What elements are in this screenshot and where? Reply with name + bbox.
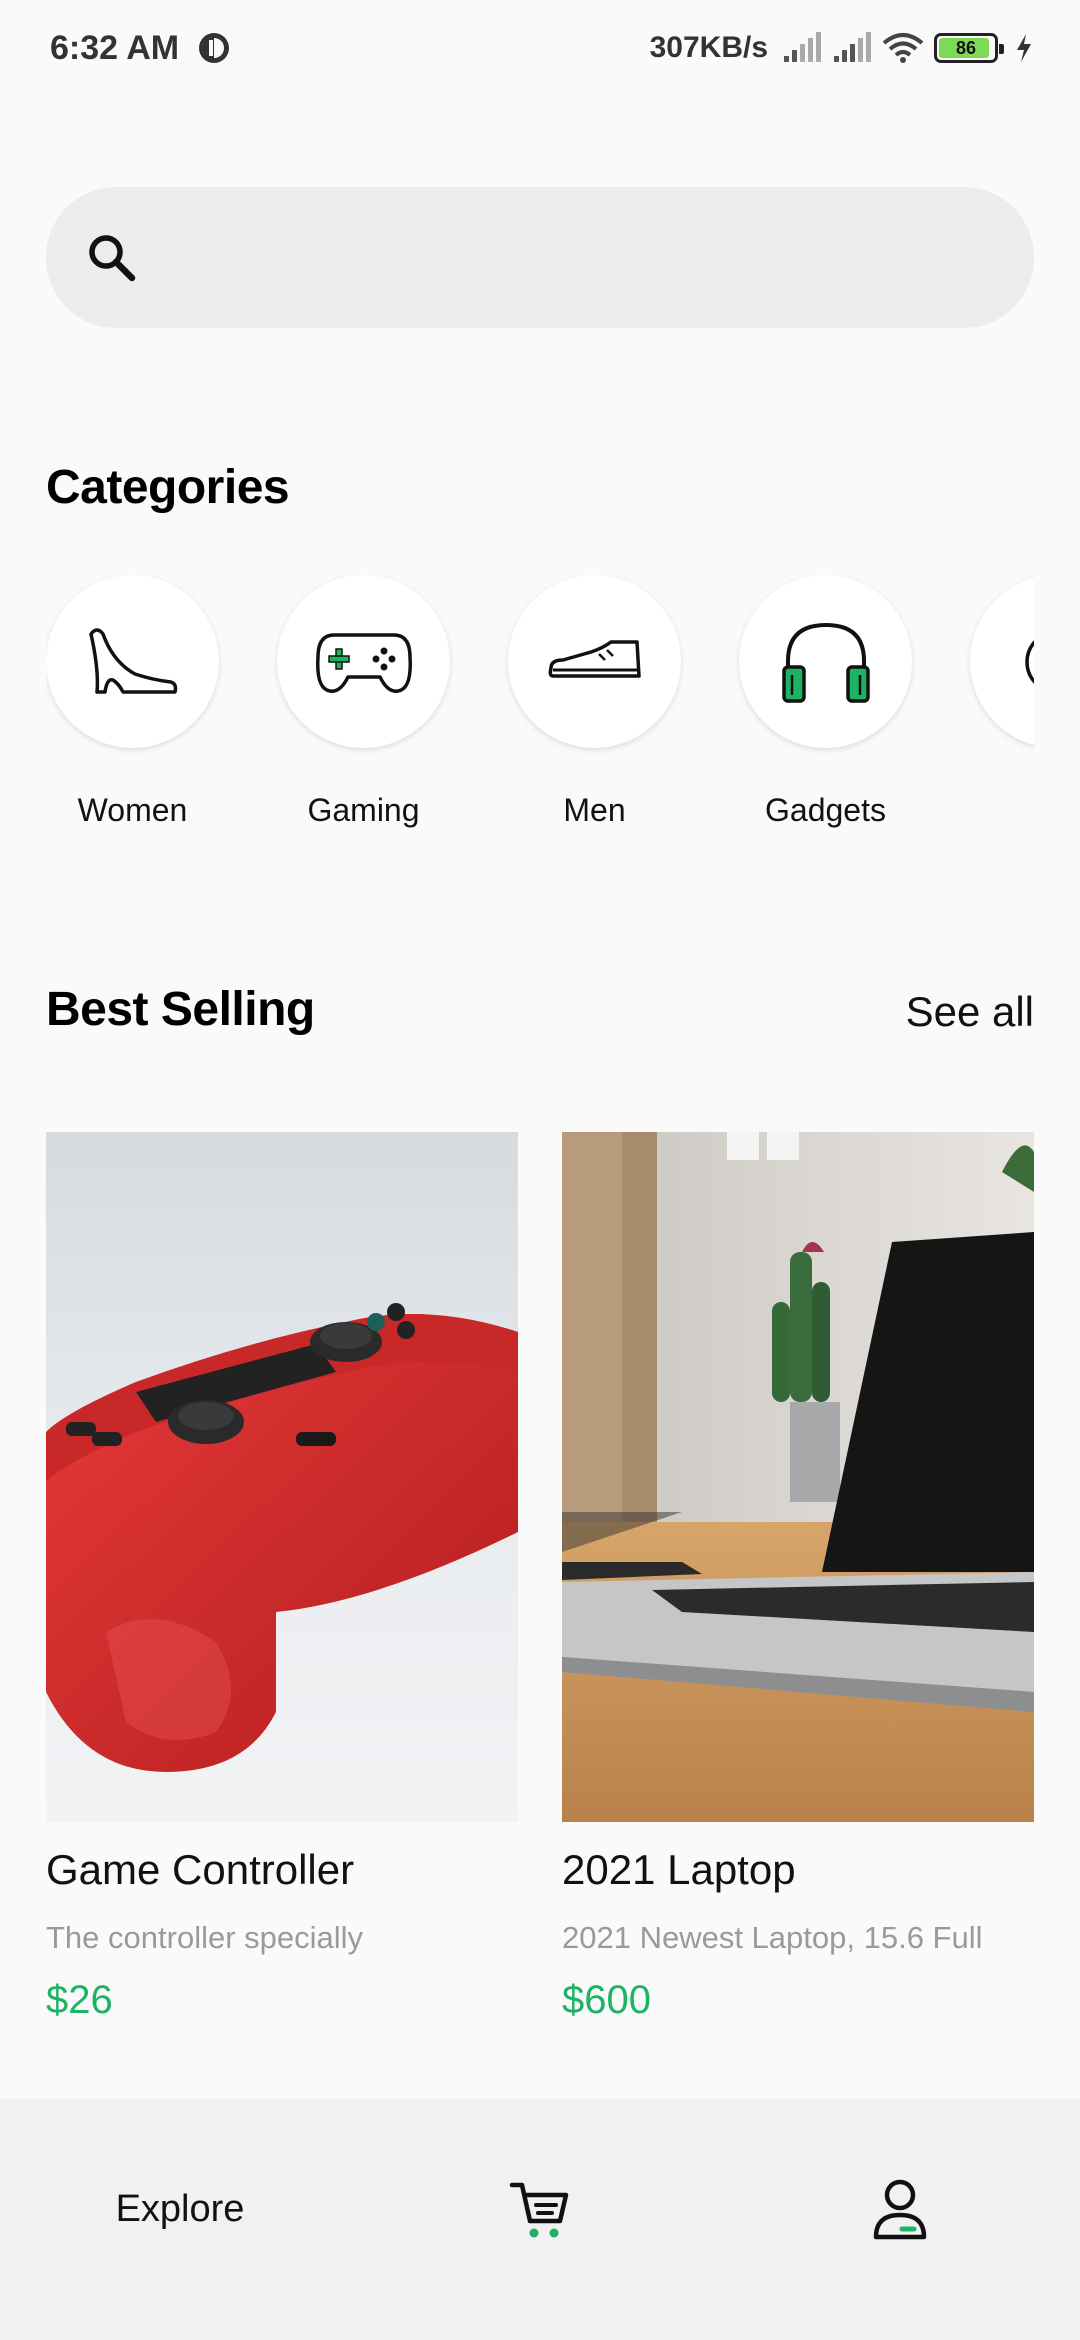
categories-title: Categories (46, 461, 290, 514)
category-label: Men (563, 792, 626, 828)
laptop-photo (562, 1132, 1034, 1822)
product-image[interactable] (46, 1132, 518, 1822)
product-image[interactable] (562, 1132, 1034, 1822)
battery-icon: 86 (934, 33, 1004, 63)
product-name: Game Controller (46, 1846, 355, 1893)
category-de[interactable]: De (970, 575, 1034, 845)
category-label: Gadgets (765, 792, 886, 828)
signal-icon (784, 32, 821, 62)
product-list: Game Controller The controller specially… (46, 1132, 1034, 2062)
category-circle[interactable] (970, 575, 1034, 748)
wifi-icon (882, 33, 924, 63)
product-price: $600 (562, 1978, 651, 2022)
network-speed: 307KB/s (649, 31, 768, 64)
headphones-icon (781, 622, 870, 703)
nav-profile[interactable] (800, 2177, 1000, 2241)
category-men[interactable]: Men (508, 575, 681, 845)
product-card-game-controller[interactable]: Game Controller The controller specially… (46, 1132, 518, 2062)
search-icon[interactable] (84, 230, 140, 286)
category-circle[interactable] (739, 575, 912, 748)
see-all-link[interactable]: See all (906, 988, 1034, 1036)
search-bar[interactable] (46, 187, 1034, 328)
category-gaming[interactable]: Gaming (277, 575, 450, 845)
category-circle[interactable] (46, 575, 219, 748)
high-heel-icon (88, 627, 177, 694)
bottom-navigation: Explore (0, 2098, 1080, 2340)
gamepad-icon (315, 632, 412, 693)
battery-level: 86 (955, 37, 977, 58)
search-input[interactable] (164, 236, 1034, 279)
app-notification-icon (199, 33, 230, 63)
categories-list[interactable]: Women Gaming Men Gadgets (46, 575, 1034, 845)
product-price: $26 (46, 1978, 113, 2022)
product-card-laptop[interactable]: 2021 Laptop 2021 Newest Laptop, 15.6 Ful… (562, 1132, 1034, 2062)
status-bar: 6:32 AM 307KB/s 86 (0, 0, 1080, 96)
category-gadgets[interactable]: Gadgets (739, 575, 912, 845)
profile-icon (873, 2179, 927, 2240)
product-description: 2021 Newest Laptop, 15.6 Full (562, 1920, 983, 1955)
status-time: 6:32 AM (50, 28, 180, 67)
sneaker-icon (548, 639, 641, 678)
product-description: The controller specially (46, 1920, 364, 1955)
category-label: Women (77, 792, 188, 828)
signal-icon-2 (834, 32, 871, 62)
nav-explore[interactable]: Explore (80, 2188, 280, 2231)
category-circle[interactable] (508, 575, 681, 748)
nav-explore-label: Explore (115, 2187, 245, 2230)
charging-icon (1017, 34, 1031, 62)
cart-icon (509, 2182, 569, 2238)
category-women[interactable]: Women (46, 575, 219, 845)
best-selling-title: Best Selling (46, 983, 315, 1036)
category-circle[interactable] (277, 575, 450, 748)
partial-category-icon (1024, 639, 1034, 684)
game-controller-photo (46, 1132, 518, 1822)
product-name: 2021 Laptop (562, 1846, 796, 1893)
nav-cart[interactable] (440, 2177, 640, 2241)
category-label: Gaming (307, 792, 420, 828)
